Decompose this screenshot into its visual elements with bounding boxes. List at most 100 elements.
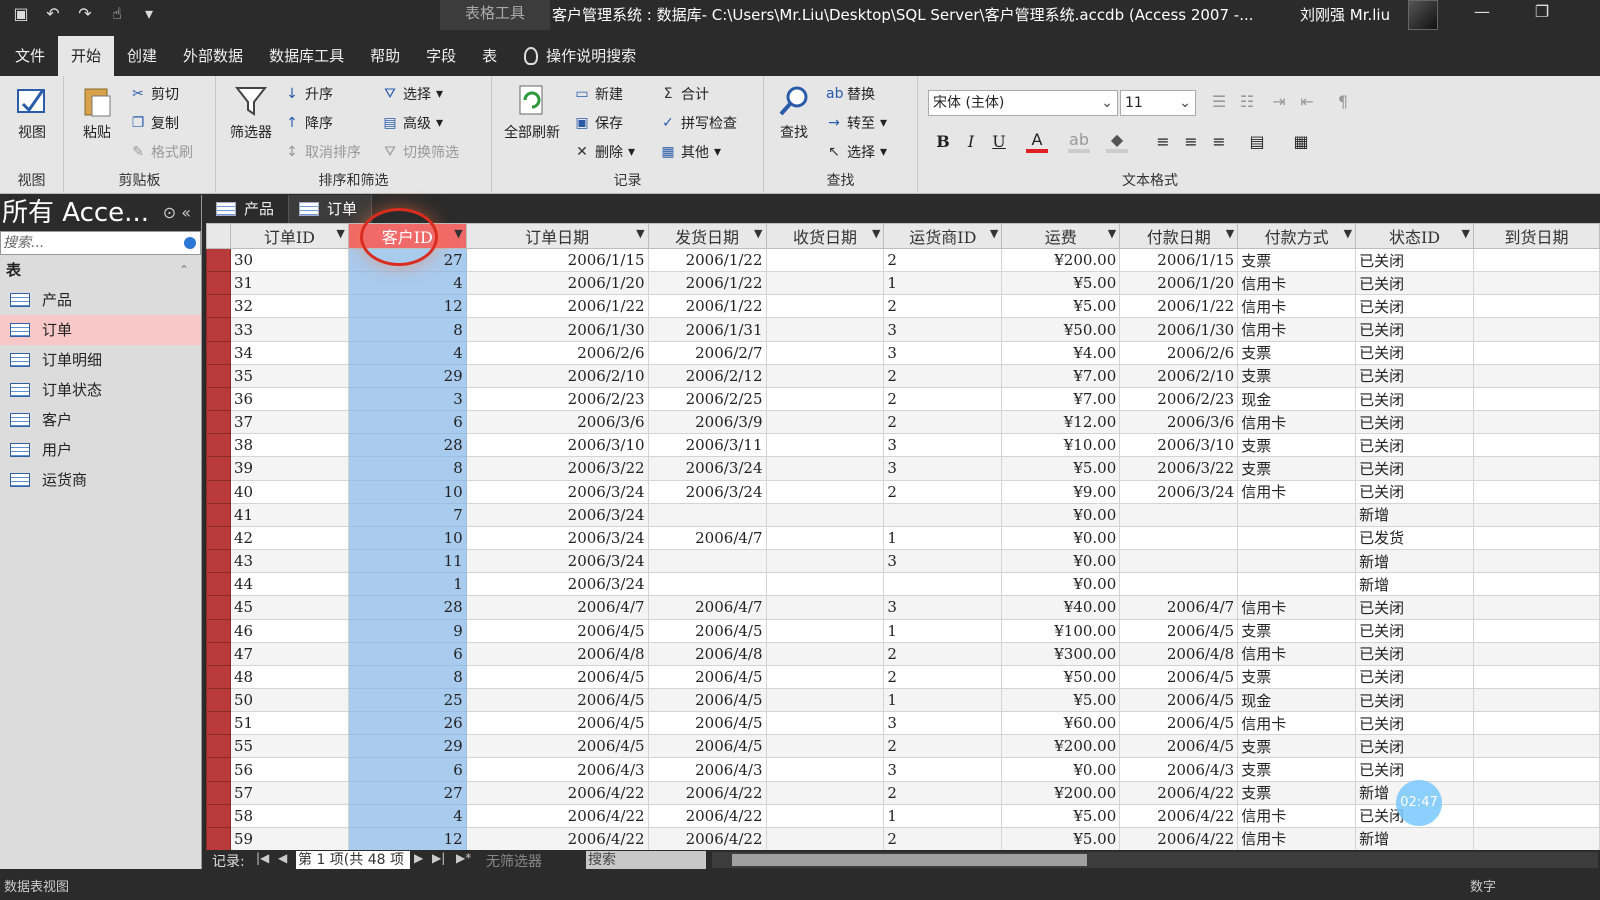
table-cell[interactable]: ¥100.00: [1001, 618, 1121, 643]
table-cell[interactable]: 2: [883, 386, 1003, 412]
table-cell[interactable]: 9: [347, 618, 467, 643]
table-cell[interactable]: 已关闭: [1355, 734, 1474, 759]
table-cell[interactable]: ¥200.00: [1001, 247, 1121, 273]
table-cell[interactable]: 2006/1/22: [647, 247, 767, 273]
column-filter-dropdown-icon[interactable]: ▼: [1226, 227, 1234, 240]
table-cell[interactable]: [765, 618, 885, 643]
tab-create[interactable]: 创建: [114, 36, 170, 76]
table-cell[interactable]: ¥9.00: [1001, 479, 1121, 504]
horizontal-scrollbar[interactable]: [712, 852, 1598, 868]
underline-icon[interactable]: U: [988, 132, 1010, 151]
more-records-button[interactable]: ▦ 其他 ▾: [660, 142, 721, 162]
table-cell[interactable]: 2006/4/5: [1119, 664, 1239, 689]
row-selector[interactable]: [206, 479, 231, 504]
table-cell[interactable]: [1473, 525, 1600, 551]
table-cell[interactable]: 支票: [1237, 618, 1357, 643]
remove-sort-button[interactable]: ↕ 取消排序: [284, 142, 361, 162]
table-cell[interactable]: [1473, 549, 1600, 574]
table-cell[interactable]: 36: [229, 386, 349, 412]
selection-filter-button[interactable]: ⛛ 选择 ▾: [382, 84, 443, 104]
row-selector[interactable]: [206, 317, 231, 342]
table-cell[interactable]: [1237, 502, 1357, 527]
refresh-all-button[interactable]: 全部刷新: [500, 84, 564, 142]
column-header[interactable]: 付款日期 ▼: [1119, 223, 1239, 249]
table-cell[interactable]: [765, 711, 885, 736]
table-cell[interactable]: [1473, 294, 1600, 319]
table-cell[interactable]: [1473, 317, 1600, 342]
table-cell[interactable]: 2006/3/22: [465, 456, 649, 481]
row-selector[interactable]: [206, 711, 231, 736]
table-cell[interactable]: ¥0.00: [1001, 549, 1121, 574]
row-selector[interactable]: [206, 803, 231, 828]
column-filter-dropdown-icon[interactable]: ▼: [636, 227, 644, 240]
table-cell[interactable]: 2006/2/6: [1119, 340, 1239, 365]
table-cell[interactable]: 2006/1/15: [1119, 247, 1239, 273]
table-cell[interactable]: 2006/4/5: [1119, 687, 1239, 713]
new-record-button[interactable]: ▭ 新建: [574, 84, 623, 104]
table-cell[interactable]: 已关闭: [1355, 664, 1474, 689]
table-cell[interactable]: [765, 479, 885, 504]
table-cell[interactable]: 已关闭: [1355, 711, 1474, 736]
find-button[interactable]: 查找: [772, 84, 816, 142]
column-header[interactable]: 订单日期 ▼: [465, 223, 649, 249]
table-cell[interactable]: 2006/3/10: [465, 433, 649, 458]
table-cell[interactable]: 47: [229, 641, 349, 666]
table-cell[interactable]: 2006/1/30: [465, 317, 649, 342]
table-cell[interactable]: 3: [883, 711, 1003, 736]
first-record-icon[interactable]: |◀: [256, 851, 269, 865]
collapse-section-icon[interactable]: ⌃: [179, 255, 189, 285]
table-cell[interactable]: 已关闭: [1355, 595, 1474, 620]
table-cell[interactable]: 8: [347, 317, 467, 342]
column-header[interactable]: 运货商ID ▼: [883, 223, 1003, 249]
row-selector[interactable]: [206, 363, 231, 388]
nav-item-products[interactable]: 产品: [0, 285, 201, 315]
table-cell[interactable]: 2006/1/30: [1119, 317, 1239, 342]
spelling-button[interactable]: ✓ 拼写检查: [660, 113, 737, 133]
table-cell[interactable]: 2006/1/20: [1119, 271, 1239, 296]
table-cell[interactable]: 2006/4/7: [1119, 595, 1239, 620]
table-cell[interactable]: [1473, 479, 1600, 504]
table-cell[interactable]: ¥10.00: [1001, 433, 1121, 458]
table-cell[interactable]: ¥5.00: [1001, 456, 1121, 481]
next-record-icon[interactable]: ▶: [414, 851, 423, 865]
table-cell[interactable]: 2006/2/12: [647, 363, 767, 388]
row-selector[interactable]: [206, 525, 231, 551]
table-cell[interactable]: ¥12.00: [1001, 410, 1121, 435]
table-cell[interactable]: 33: [229, 317, 349, 342]
table-cell[interactable]: [765, 294, 885, 319]
row-selector[interactable]: [206, 502, 231, 527]
table-cell[interactable]: 42: [229, 525, 349, 551]
table-cell[interactable]: ¥0.00: [1001, 502, 1121, 527]
table-cell[interactable]: 48: [229, 664, 349, 689]
table-cell[interactable]: 信用卡: [1237, 271, 1357, 296]
table-cell[interactable]: [765, 386, 885, 412]
table-cell[interactable]: 现金: [1237, 386, 1357, 412]
sort-ascending-button[interactable]: ↓ 升序: [284, 84, 333, 104]
doc-tab-orders[interactable]: 订单: [289, 195, 373, 223]
table-cell[interactable]: 已关闭: [1355, 317, 1474, 342]
table-cell[interactable]: 2006/1/15: [465, 247, 649, 273]
tab-fields[interactable]: 字段: [413, 36, 469, 76]
table-cell[interactable]: [883, 572, 1003, 597]
table-cell[interactable]: 已关闭: [1355, 433, 1474, 458]
column-filter-dropdown-icon[interactable]: ▼: [754, 227, 762, 240]
table-cell[interactable]: [765, 363, 885, 388]
table-cell[interactable]: 2006/4/22: [647, 803, 767, 828]
table-cell[interactable]: [1473, 618, 1600, 643]
table-cell[interactable]: [765, 549, 885, 574]
table-cell[interactable]: [765, 826, 885, 850]
table-cell[interactable]: 32: [229, 294, 349, 319]
table-cell[interactable]: ¥0.00: [1001, 572, 1121, 597]
delete-record-button[interactable]: ✕ 删除 ▾: [574, 142, 635, 162]
table-cell[interactable]: 29: [347, 734, 467, 759]
table-cell[interactable]: ¥0.00: [1001, 525, 1121, 551]
table-cell[interactable]: 2006/4/3: [465, 757, 649, 782]
table-cell[interactable]: 26: [347, 711, 467, 736]
table-cell[interactable]: [1119, 525, 1239, 551]
table-cell[interactable]: [1473, 641, 1600, 666]
table-cell[interactable]: 支票: [1237, 757, 1357, 782]
column-filter-dropdown-icon[interactable]: ▼: [336, 227, 344, 240]
column-header[interactable]: 客户ID ▼: [347, 223, 467, 249]
table-cell[interactable]: 2006/4/5: [647, 664, 767, 689]
table-cell[interactable]: [765, 247, 885, 273]
